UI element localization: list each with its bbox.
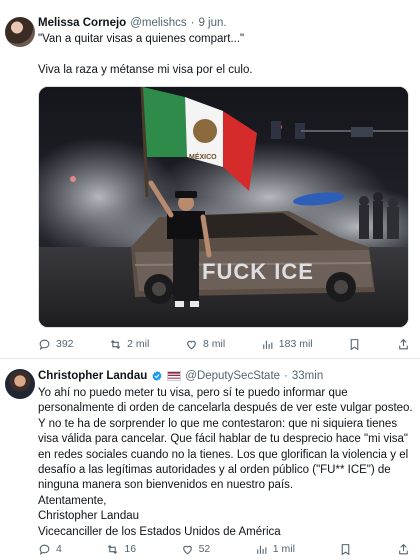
views-count: 1 mil (272, 543, 295, 555)
tweet-header: Melissa Cornejo @melishcs · 9 jun. (38, 17, 227, 29)
reply-button[interactable]: 4 (38, 543, 62, 556)
tweet-text: "Van a quitar visas a quienes compart...… (38, 33, 253, 77)
timestamp[interactable]: 33min (292, 370, 323, 382)
like-count: 52 (198, 543, 211, 555)
like-button[interactable]: 52 (181, 543, 211, 556)
views-icon (256, 545, 267, 554)
author-name[interactable]: Melissa Cornejo (38, 17, 126, 29)
tweet-text: Yo ahí no puedo meter tu visa, pero sí t… (38, 387, 413, 538)
separator: · (284, 370, 288, 382)
repost-count: 2 mil (127, 338, 150, 350)
divider (0, 358, 420, 359)
protest-photo: FUCK ICE MÉXICO (39, 87, 408, 327)
repost-count: 16 (124, 543, 137, 555)
repost-icon (108, 544, 118, 554)
tweet-1[interactable]: Melissa Cornejo @melishcs · 9 jun. "Van … (0, 0, 420, 360)
bookmark-button[interactable] (348, 338, 361, 351)
views-button[interactable]: 183 mil (261, 338, 313, 351)
bookmark-icon (351, 338, 359, 350)
tweet-actions: 392 2 mil 8 mil 183 mil (38, 335, 410, 353)
repost-button[interactable]: 16 (106, 543, 136, 556)
share-button[interactable] (397, 543, 410, 556)
views-count: 183 mil (278, 338, 313, 350)
graffiti-text: FUCK ICE (202, 259, 314, 284)
verified-badge-icon (152, 371, 162, 381)
tweet-actions: 4 16 52 1 mil (38, 540, 410, 558)
avatar[interactable] (5, 369, 35, 399)
timestamp[interactable]: 9 jun. (198, 17, 226, 29)
reply-icon (39, 544, 50, 555)
tweet-media[interactable]: FUCK ICE MÉXICO (38, 86, 409, 328)
author-handle[interactable]: @melishcs (130, 17, 186, 29)
us-flag-icon (167, 371, 182, 381)
bookmark-button[interactable] (339, 543, 352, 556)
tweet-2[interactable]: Christopher Landau @DeputySecState · 33m… (0, 360, 420, 560)
reply-icon (39, 339, 50, 350)
reply-button[interactable]: 392 (38, 338, 74, 351)
reply-count: 392 (56, 338, 74, 350)
repost-icon (110, 339, 121, 349)
flag-text: MÉXICO (189, 152, 217, 161)
share-icon (399, 543, 408, 554)
separator: · (190, 17, 195, 29)
heart-icon (182, 545, 192, 554)
author-name[interactable]: Christopher Landau (38, 370, 147, 382)
share-button[interactable] (397, 338, 410, 351)
views-button[interactable]: 1 mil (255, 543, 295, 556)
share-icon (399, 338, 408, 349)
like-count: 8 mil (202, 338, 226, 350)
avatar[interactable] (5, 17, 35, 47)
heart-icon (187, 340, 196, 349)
bookmark-icon (342, 543, 350, 555)
reply-count: 4 (56, 543, 62, 555)
tweet-header: Christopher Landau @DeputySecState · 33m… (38, 370, 323, 382)
repost-button[interactable]: 2 mil (109, 338, 149, 351)
author-handle[interactable]: @DeputySecState (185, 370, 280, 382)
views-icon (262, 340, 273, 349)
like-button[interactable]: 8 mil (185, 338, 225, 351)
